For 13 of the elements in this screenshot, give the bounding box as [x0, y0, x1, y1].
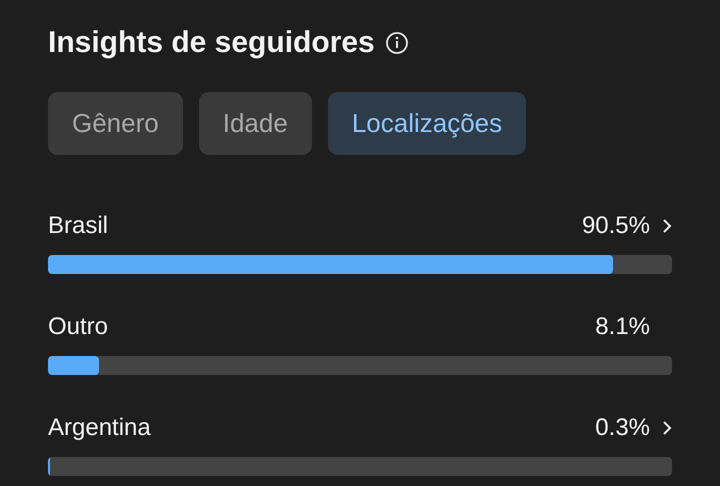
- filter-tab[interactable]: Idade: [198, 92, 312, 155]
- filter-tab[interactable]: Localizações: [328, 92, 526, 155]
- location-name: Argentina: [48, 414, 152, 442]
- location-percent: 90.5%: [582, 212, 650, 240]
- location-name: Brasil: [48, 212, 110, 240]
- filter-tab[interactable]: Gênero: [48, 92, 183, 155]
- section-title: Insights de seguidores: [48, 26, 375, 60]
- location-percent: 8.1%: [595, 313, 650, 341]
- info-icon[interactable]: [384, 31, 409, 55]
- location-name: Outro: [48, 313, 110, 341]
- chevron-icon[interactable]: [662, 218, 672, 234]
- location-percent: 0.3%: [595, 414, 650, 442]
- chevron-icon[interactable]: [662, 420, 672, 436]
